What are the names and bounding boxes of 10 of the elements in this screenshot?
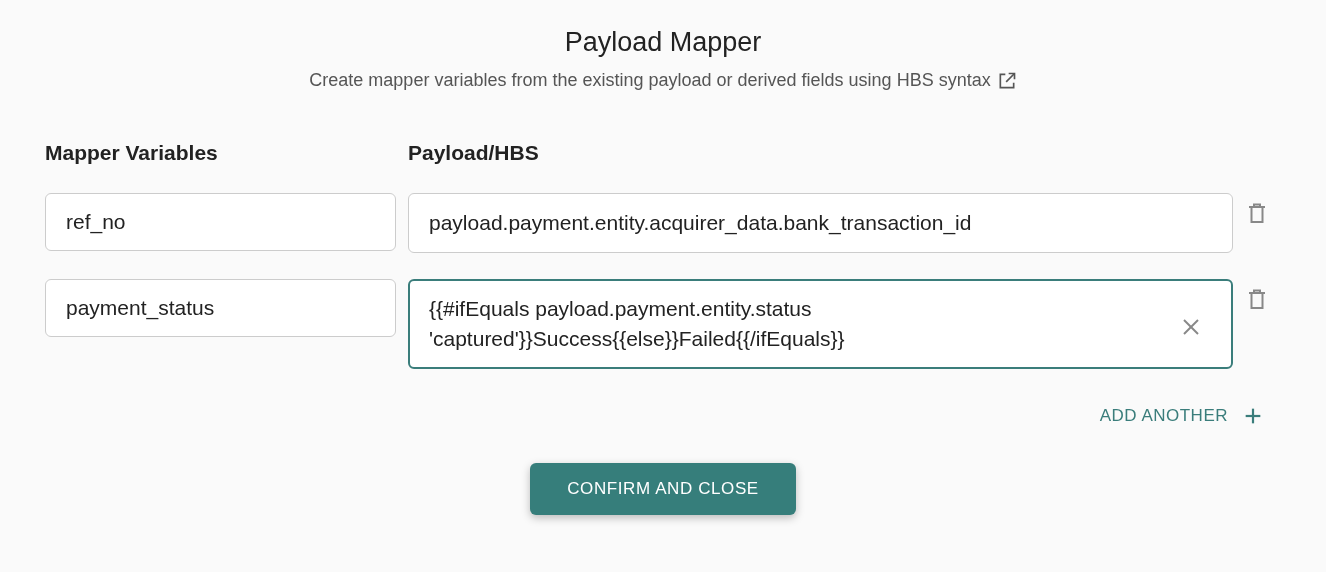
column-header: Payload/HBS xyxy=(408,141,540,165)
column-header: Mapper Variables xyxy=(45,141,219,165)
add-another-button[interactable]: ADD ANOTHER xyxy=(1099,405,1264,427)
confirm-button[interactable]: CONFIRM AND CLOSE xyxy=(530,463,796,515)
input-field[interactable]: {{#ifEquals payload.payment.entity.status 'captured'}}Success{{else}}Failed{{/ifEquals}} xyxy=(408,279,1233,369)
dialog-title: Payload Mapper xyxy=(563,26,763,59)
input-field[interactable]: payment_status xyxy=(45,279,396,337)
input-field[interactable]: ref_no xyxy=(45,193,396,251)
dialog-subtitle: Create mapper variables from the existing payload or derived fields using HBS syntax xyxy=(309,70,991,91)
input-field[interactable]: payload.payment.entity.acquirer_data.bank_transaction_id xyxy=(408,193,1233,253)
